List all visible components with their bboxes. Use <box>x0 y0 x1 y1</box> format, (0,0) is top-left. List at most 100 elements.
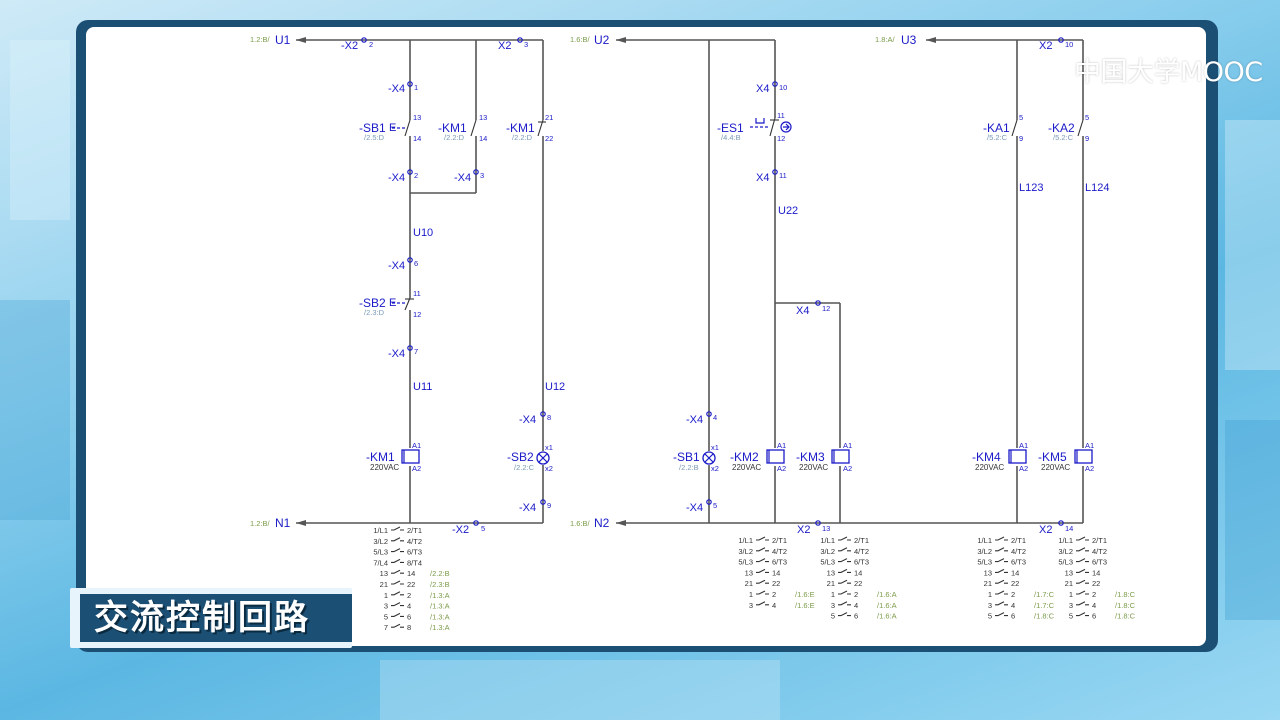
contact-reference: /1.3:A <box>430 591 450 600</box>
contact-terminal-out: 22 <box>772 579 780 588</box>
contact-symbol <box>391 569 404 574</box>
contact-terminal-out: 4/T2 <box>772 547 787 556</box>
contact-terminal-out: 4/T2 <box>854 547 869 556</box>
mooc-logo: 中国大学MOOC <box>1030 50 1263 89</box>
terminal-pin: 10 <box>1065 40 1073 49</box>
contact-terminal-in: 5 <box>1069 612 1073 621</box>
ka1-ref: /5.2:C <box>987 133 1008 142</box>
sb2-pushbutton: E -SB2 /2.3:D 11 12 <box>359 289 421 319</box>
wire-label-l123: L123 <box>1019 182 1043 194</box>
pin-label: A2 <box>843 464 852 473</box>
terminal-x4-6: -X4 <box>388 260 405 272</box>
contact-symbol <box>1076 590 1089 595</box>
contact-symbol <box>1076 558 1089 563</box>
contact-terminal-out: 4/T2 <box>1011 547 1026 556</box>
pin-label: x1 <box>545 443 553 452</box>
pin-label: 5 <box>1019 113 1023 122</box>
pin-label: 12 <box>413 310 421 319</box>
contact-terminal-out: 2/T1 <box>407 526 422 535</box>
terminal-x2-3: X2 <box>498 40 511 52</box>
terminal-x2-14: X2 <box>1039 524 1052 536</box>
pin-label: x1 <box>711 443 719 452</box>
contact-symbol <box>1076 601 1089 606</box>
wire-label-u22: U22 <box>778 205 798 217</box>
pin-label: A2 <box>777 464 786 473</box>
contact-terminal-out: 8 <box>407 623 411 632</box>
terminal-pin: 4 <box>713 413 717 422</box>
pin-label: 5 <box>1085 113 1089 122</box>
contact-symbol <box>995 547 1008 552</box>
contact-reference: /1.3:A <box>430 602 450 611</box>
contact-terminal-out: 2 <box>407 591 411 600</box>
contact-terminal-in: 1 <box>384 591 388 600</box>
pin-label: 13 <box>479 113 487 122</box>
mooc-book-icon <box>1032 57 1068 84</box>
terminal-pin: 13 <box>822 524 830 533</box>
contact-symbol <box>1076 579 1089 584</box>
pin-label: A2 <box>1085 464 1094 473</box>
contact-symbol <box>756 536 769 541</box>
contact-symbol <box>391 526 404 531</box>
contact-terminal-out: 14 <box>772 568 780 577</box>
contact-reference: /2.3:B <box>430 580 450 589</box>
pin-label: 21 <box>545 113 553 122</box>
contact-terminal-out: 2 <box>1092 590 1096 599</box>
contact-terminal-out: 8/T4 <box>407 558 422 567</box>
contact-symbol <box>756 568 769 573</box>
contact-terminal-in: 1/L1 <box>373 526 388 535</box>
contact-table-km5: 1/L1 2/T1 3/L2 4/T2 5/L3 6/T3 13 14 21 22 1 2/1.8:C… <box>1058 536 1135 621</box>
contact-terminal-in: 13 <box>380 569 388 578</box>
terminal-pin: 11 <box>779 171 787 180</box>
contact-terminal-out: 4 <box>1092 601 1096 610</box>
terminal-x4-1: -X4 <box>388 83 405 95</box>
contact-reference: /1.8:C <box>1115 590 1136 599</box>
pin-label: A2 <box>1019 464 1028 473</box>
contact-symbol <box>995 590 1008 595</box>
pin-label: A1 <box>412 441 421 450</box>
km5-coil-label: -KM5 <box>1038 450 1067 464</box>
contact-terminal-in: 21 <box>745 579 753 588</box>
contact-symbol <box>391 537 404 542</box>
contact-terminal-out: 2 <box>1011 590 1015 599</box>
terminal-pin: 5 <box>481 524 485 533</box>
terminal-pin: 9 <box>547 501 551 510</box>
contact-terminal-in: 3 <box>384 602 388 611</box>
sb1-pushbutton: E -SB1 /2.5:D 13 14 <box>359 113 421 143</box>
contact-terminal-out: 6 <box>407 612 411 621</box>
contact-terminal-out: 22 <box>1092 579 1100 588</box>
pin-label: A1 <box>1085 441 1094 450</box>
terminal-x4-7: -X4 <box>388 348 405 360</box>
contact-symbol <box>391 591 404 596</box>
contact-reference: /1.3:A <box>430 612 450 621</box>
contact-terminal-in: 1 <box>988 590 992 599</box>
sb1-lamp-ref: /2.2:B <box>679 463 699 472</box>
terminal-x4-10: X4 <box>756 83 769 95</box>
contact-terminal-in: 21 <box>984 579 992 588</box>
pin-label: A1 <box>843 441 852 450</box>
contact-terminal-out: 6 <box>1011 612 1015 621</box>
caption-banner: 交流控制回路 <box>70 588 352 648</box>
n2-label: N2 <box>594 516 610 530</box>
contact-reference: /1.6:A <box>877 590 897 599</box>
contact-reference: /1.8:C <box>1115 601 1136 610</box>
contact-reference: /1.6:E <box>795 590 815 599</box>
contact-terminal-in: 3 <box>831 601 835 610</box>
contact-symbol <box>995 579 1008 584</box>
contact-symbol <box>838 601 851 606</box>
contact-terminal-out: 14 <box>1011 568 1019 577</box>
terminal-pin: 5 <box>713 501 717 510</box>
pin-label: 9 <box>1019 134 1023 143</box>
contact-terminal-in: 3/L2 <box>1058 547 1073 556</box>
km1-coil: -KM1 220VAC A1 A2 <box>366 441 421 473</box>
km1-coil-label: -KM1 <box>366 450 395 464</box>
contact-reference: /1.3:A <box>430 623 450 632</box>
contact-terminal-out: 6/T3 <box>1011 558 1026 567</box>
terminal-pin: 1 <box>414 83 418 92</box>
contact-symbol <box>995 536 1008 541</box>
terminal-x2-13: X2 <box>797 524 810 536</box>
contact-terminal-out: 6/T3 <box>407 548 422 557</box>
u2-label: U2 <box>594 33 610 47</box>
pin-label: x2 <box>545 464 553 473</box>
sb2-ref: /2.3:D <box>364 308 385 317</box>
km1-no-contact: -KM1 /2.2:D 13 14 <box>438 113 487 143</box>
